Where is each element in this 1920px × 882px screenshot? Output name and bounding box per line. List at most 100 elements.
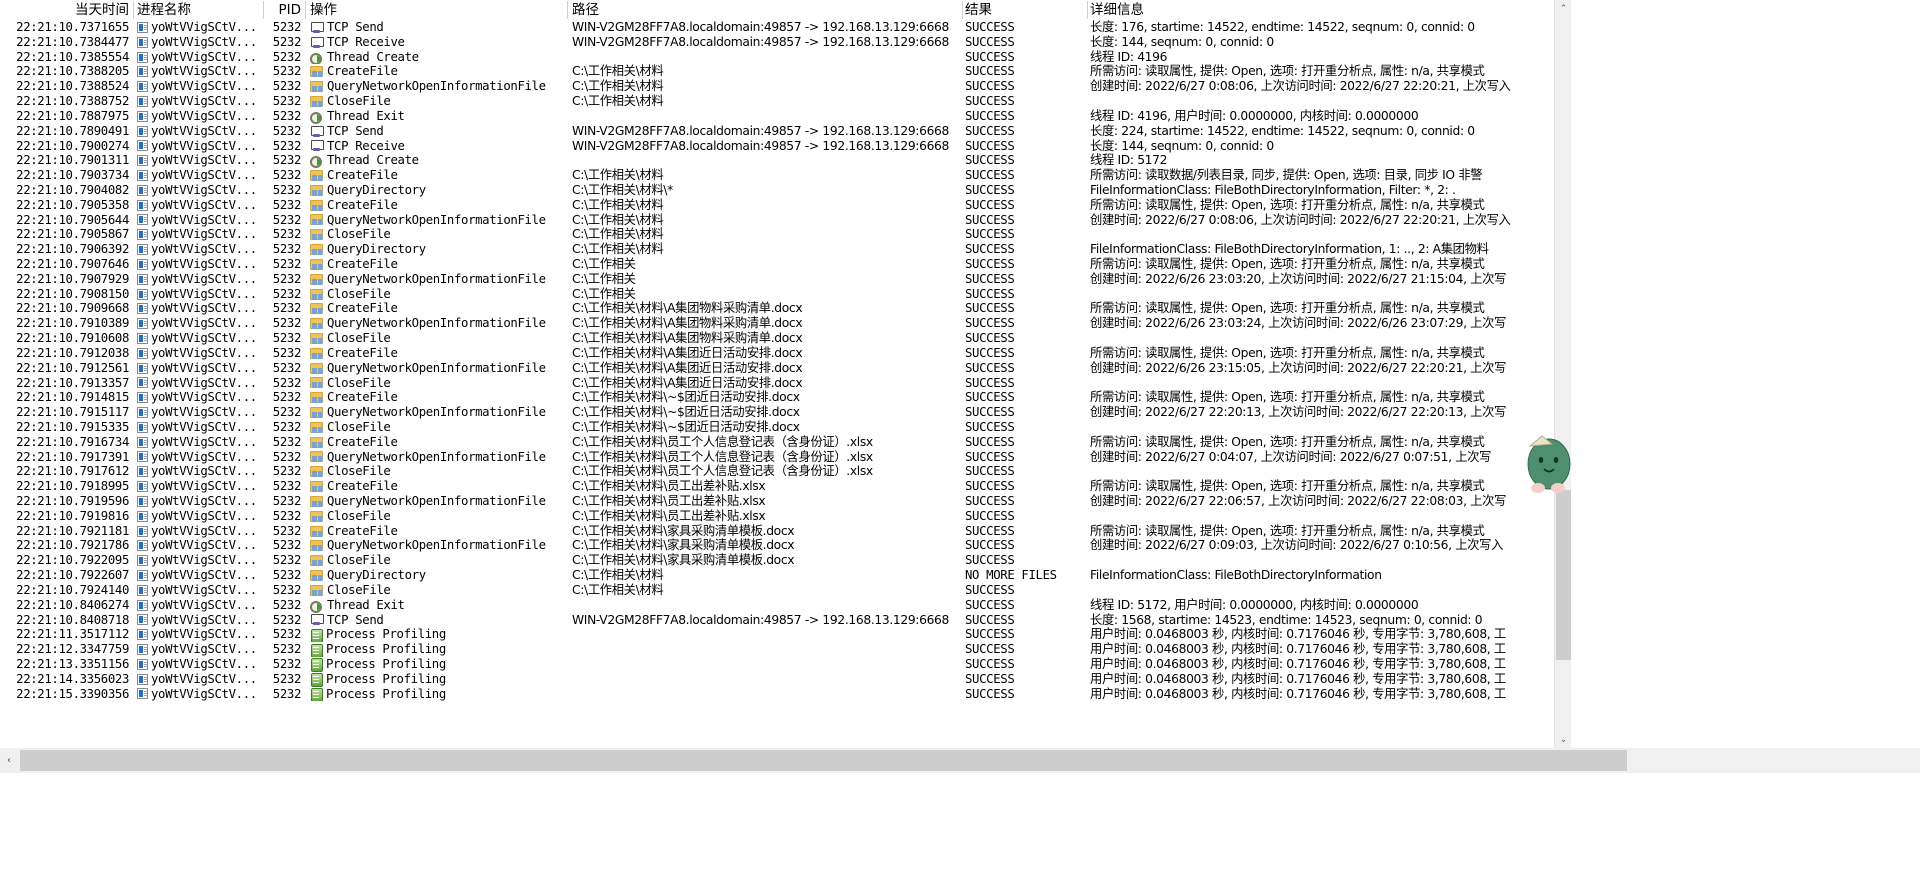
cell-time: 22:21:10.7388752 [16, 94, 129, 109]
cell-path: C:\工作相关\材料 [572, 227, 664, 242]
table-row[interactable]: 22:21:10.7921181 yoWtVVigSCtV... 5232 Creat… [0, 524, 1554, 539]
cell-process: yoWtVVigSCtV... [133, 627, 263, 642]
horizontal-scroll-thumb[interactable] [20, 750, 1627, 771]
scroll-left-arrow-icon[interactable]: ‹ [0, 748, 18, 773]
table-row[interactable]: 22:21:10.7905358 yoWtVVigSCtV... 5232 Creat… [0, 198, 1554, 213]
column-header-time[interactable]: 当天时间 [0, 0, 133, 20]
cell-process: yoWtVVigSCtV... [133, 583, 263, 598]
file-icon [310, 303, 323, 315]
table-row[interactable]: 22:21:10.7917391 yoWtVVigSCtV... 5232 Query… [0, 450, 1554, 465]
cell-operation-label: QueryNetworkOpenInformationFile [327, 212, 546, 227]
cell-process: yoWtVVigSCtV... [133, 257, 263, 272]
table-row[interactable]: 22:21:10.7915117 yoWtVVigSCtV... 5232 Query… [0, 405, 1554, 420]
cell-process: yoWtVVigSCtV... [133, 198, 263, 213]
table-row[interactable]: 22:21:10.7918995 yoWtVVigSCtV... 5232 Creat… [0, 479, 1554, 494]
table-row[interactable]: 22:21:10.7909668 yoWtVVigSCtV... 5232 Creat… [0, 301, 1554, 316]
table-row[interactable]: 22:21:10.7917612 yoWtVVigSCtV... 5232 Close… [0, 464, 1554, 479]
cell-result: SUCCESS [965, 123, 1015, 138]
cell-process: yoWtVVigSCtV... [133, 553, 263, 568]
cell-time: 22:21:10.7900274 [16, 138, 129, 153]
cell-path: WIN-V2GM28FF7A8.localdomain:49857 -> 192… [572, 138, 949, 153]
table-row[interactable]: 22:21:10.7919596 yoWtVVigSCtV... 5232 Query… [0, 494, 1554, 509]
horizontal-scrollbar[interactable]: ‹ [0, 748, 1920, 773]
process-icon [137, 436, 148, 448]
process-icon [137, 347, 148, 359]
table-row[interactable]: 22:21:10.7906392 yoWtVVigSCtV... 5232 Query… [0, 242, 1554, 257]
table-row[interactable]: 22:21:10.7890491 yoWtVVigSCtV... 5232 TCP S… [0, 124, 1554, 139]
table-row[interactable]: 22:21:12.3347759 yoWtVVigSCtV... 5232 Proce… [0, 642, 1554, 657]
cell-detail: 所需访问: 读取属性, 提供: Open, 选项: 打开重分析点, 属性: n/… [1090, 197, 1485, 212]
table-row[interactable]: 22:21:10.7922607 yoWtVVigSCtV... 5232 Query… [0, 568, 1554, 583]
cell-process: yoWtVVigSCtV... [133, 524, 263, 539]
cell-result: SUCCESS [965, 153, 1015, 168]
table-row[interactable]: 22:21:10.8406274 yoWtVVigSCtV... 5232 Threa… [0, 598, 1554, 613]
table-row[interactable]: 22:21:10.7905867 yoWtVVigSCtV... 5232 Close… [0, 227, 1554, 242]
table-row[interactable]: 22:21:10.7903734 yoWtVVigSCtV... 5232 Creat… [0, 168, 1554, 183]
table-row[interactable]: 22:21:10.7385554 yoWtVVigSCtV... 5232 Threa… [0, 50, 1554, 65]
column-header-result[interactable]: 结果 [962, 0, 1087, 20]
cell-detail: 创建时间: 2022/6/27 0:08:06, 上次访问时间: 2022/6/… [1090, 79, 1511, 94]
table-row[interactable]: 22:21:10.7384477 yoWtVVigSCtV... 5232 TCP R… [0, 35, 1554, 50]
table-row[interactable]: 22:21:10.7924140 yoWtVVigSCtV... 5232 Close… [0, 583, 1554, 598]
table-row[interactable]: 22:21:10.7388205 yoWtVVigSCtV... 5232 Creat… [0, 64, 1554, 79]
table-row[interactable]: 22:21:10.7914815 yoWtVVigSCtV... 5232 Creat… [0, 390, 1554, 405]
cell-process-label: yoWtVVigSCtV... [151, 568, 257, 583]
cell-process: yoWtVVigSCtV... [133, 50, 263, 65]
cell-operation-label: CloseFile [327, 94, 391, 109]
table-row[interactable]: 22:21:10.7910389 yoWtVVigSCtV... 5232 Query… [0, 316, 1554, 331]
cell-time: 22:21:10.7887975 [16, 108, 129, 123]
scroll-up-arrow-icon[interactable]: ⌃ [1555, 0, 1572, 17]
table-row[interactable]: 22:21:10.7907929 yoWtVVigSCtV... 5232 Query… [0, 272, 1554, 287]
table-row[interactable]: 22:21:10.7915335 yoWtVVigSCtV... 5232 Close… [0, 420, 1554, 435]
cell-operation: QueryNetworkOpenInformationFile [305, 316, 567, 331]
column-header-pid[interactable]: PID [263, 0, 305, 20]
file-icon [310, 170, 323, 182]
table-row[interactable]: 22:21:10.7901311 yoWtVVigSCtV... 5232 Threa… [0, 153, 1554, 169]
table-row[interactable]: 22:21:10.7388752 yoWtVVigSCtV... 5232 Close… [0, 94, 1554, 109]
table-row[interactable]: 22:21:10.7371655 yoWtVVigSCtV... 5232 TCP S… [0, 20, 1554, 35]
column-header-operation[interactable]: 操作 [305, 0, 567, 20]
cell-detail: 所需访问: 读取属性, 提供: Open, 选项: 打开重分析点, 属性: n/… [1090, 301, 1485, 316]
table-row[interactable]: 22:21:10.7912561 yoWtVVigSCtV... 5232 Query… [0, 361, 1554, 376]
process-icon [137, 688, 148, 700]
table-row[interactable]: 22:21:10.7910608 yoWtVVigSCtV... 5232 Close… [0, 331, 1554, 346]
process-icon [137, 318, 148, 330]
vertical-scroll-thumb[interactable] [1556, 490, 1571, 660]
cell-process-label: yoWtVVigSCtV... [151, 197, 257, 212]
table-row[interactable]: 22:21:10.7887975 yoWtVVigSCtV... 5232 Threa… [0, 109, 1554, 124]
table-row[interactable]: 22:21:14.3356023 yoWtVVigSCtV... 5232 Proce… [0, 672, 1554, 687]
table-row[interactable]: 22:21:10.7916734 yoWtVVigSCtV... 5232 Creat… [0, 435, 1554, 450]
table-row[interactable]: 22:21:10.7388524 yoWtVVigSCtV... 5232 Query… [0, 79, 1554, 94]
column-header-path[interactable]: 路径 [567, 0, 962, 20]
process-icon [137, 51, 148, 63]
column-header-detail[interactable]: 详细信息 [1087, 0, 1554, 20]
table-row[interactable]: 22:21:10.7900274 yoWtVVigSCtV... 5232 TCP R… [0, 139, 1554, 154]
cell-operation-label: CloseFile [327, 331, 391, 346]
vertical-scrollbar[interactable]: ⌃ ⌄ [1554, 0, 1571, 748]
table-row[interactable]: 22:21:10.8408718 yoWtVVigSCtV... 5232 TCP S… [0, 613, 1554, 628]
table-row[interactable]: 22:21:10.7905644 yoWtVVigSCtV... 5232 Query… [0, 213, 1554, 228]
table-row[interactable]: 22:21:15.3390356 yoWtVVigSCtV... 5232 Proce… [0, 687, 1554, 702]
cell-time: 22:21:10.7901311 [16, 153, 129, 168]
cell-path: C:\工作相关\材料 [572, 582, 664, 597]
scroll-down-arrow-icon[interactable]: ⌄ [1555, 731, 1572, 748]
table-row[interactable]: 22:21:10.7904082 yoWtVVigSCtV... 5232 Query… [0, 183, 1554, 198]
event-list[interactable]: 22:21:10.7371655 yoWtVVigSCtV... 5232 TCP S… [0, 20, 1554, 748]
column-header-process[interactable]: 进程名称 [133, 0, 263, 20]
cell-result: SUCCESS [965, 49, 1015, 64]
table-row[interactable]: 22:21:10.7919816 yoWtVVigSCtV... 5232 Close… [0, 509, 1554, 524]
cell-time: 22:21:10.7371655 [16, 20, 129, 34]
cell-process: yoWtVVigSCtV... [133, 168, 263, 183]
table-row[interactable]: 22:21:11.3517112 yoWtVVigSCtV... 5232 Proce… [0, 627, 1554, 643]
cell-path [567, 627, 962, 642]
table-row[interactable]: 22:21:10.7913357 yoWtVVigSCtV... 5232 Close… [0, 376, 1554, 391]
table-row[interactable]: 22:21:10.7907646 yoWtVVigSCtV... 5232 Creat… [0, 257, 1554, 272]
table-row[interactable]: 22:21:10.7908150 yoWtVVigSCtV... 5232 Close… [0, 287, 1554, 302]
cell-detail [1087, 553, 1554, 568]
cell-operation: CloseFile [305, 420, 567, 435]
table-row[interactable]: 22:21:10.7921786 yoWtVVigSCtV... 5232 Query… [0, 538, 1554, 553]
cell-operation-label: CreateFile [327, 64, 398, 79]
table-row[interactable]: 22:21:10.7912038 yoWtVVigSCtV... 5232 Creat… [0, 346, 1554, 361]
table-row[interactable]: 22:21:13.3351156 yoWtVVigSCtV... 5232 Proce… [0, 657, 1554, 672]
table-row[interactable]: 22:21:10.7922095 yoWtVVigSCtV... 5232 Close… [0, 553, 1554, 568]
